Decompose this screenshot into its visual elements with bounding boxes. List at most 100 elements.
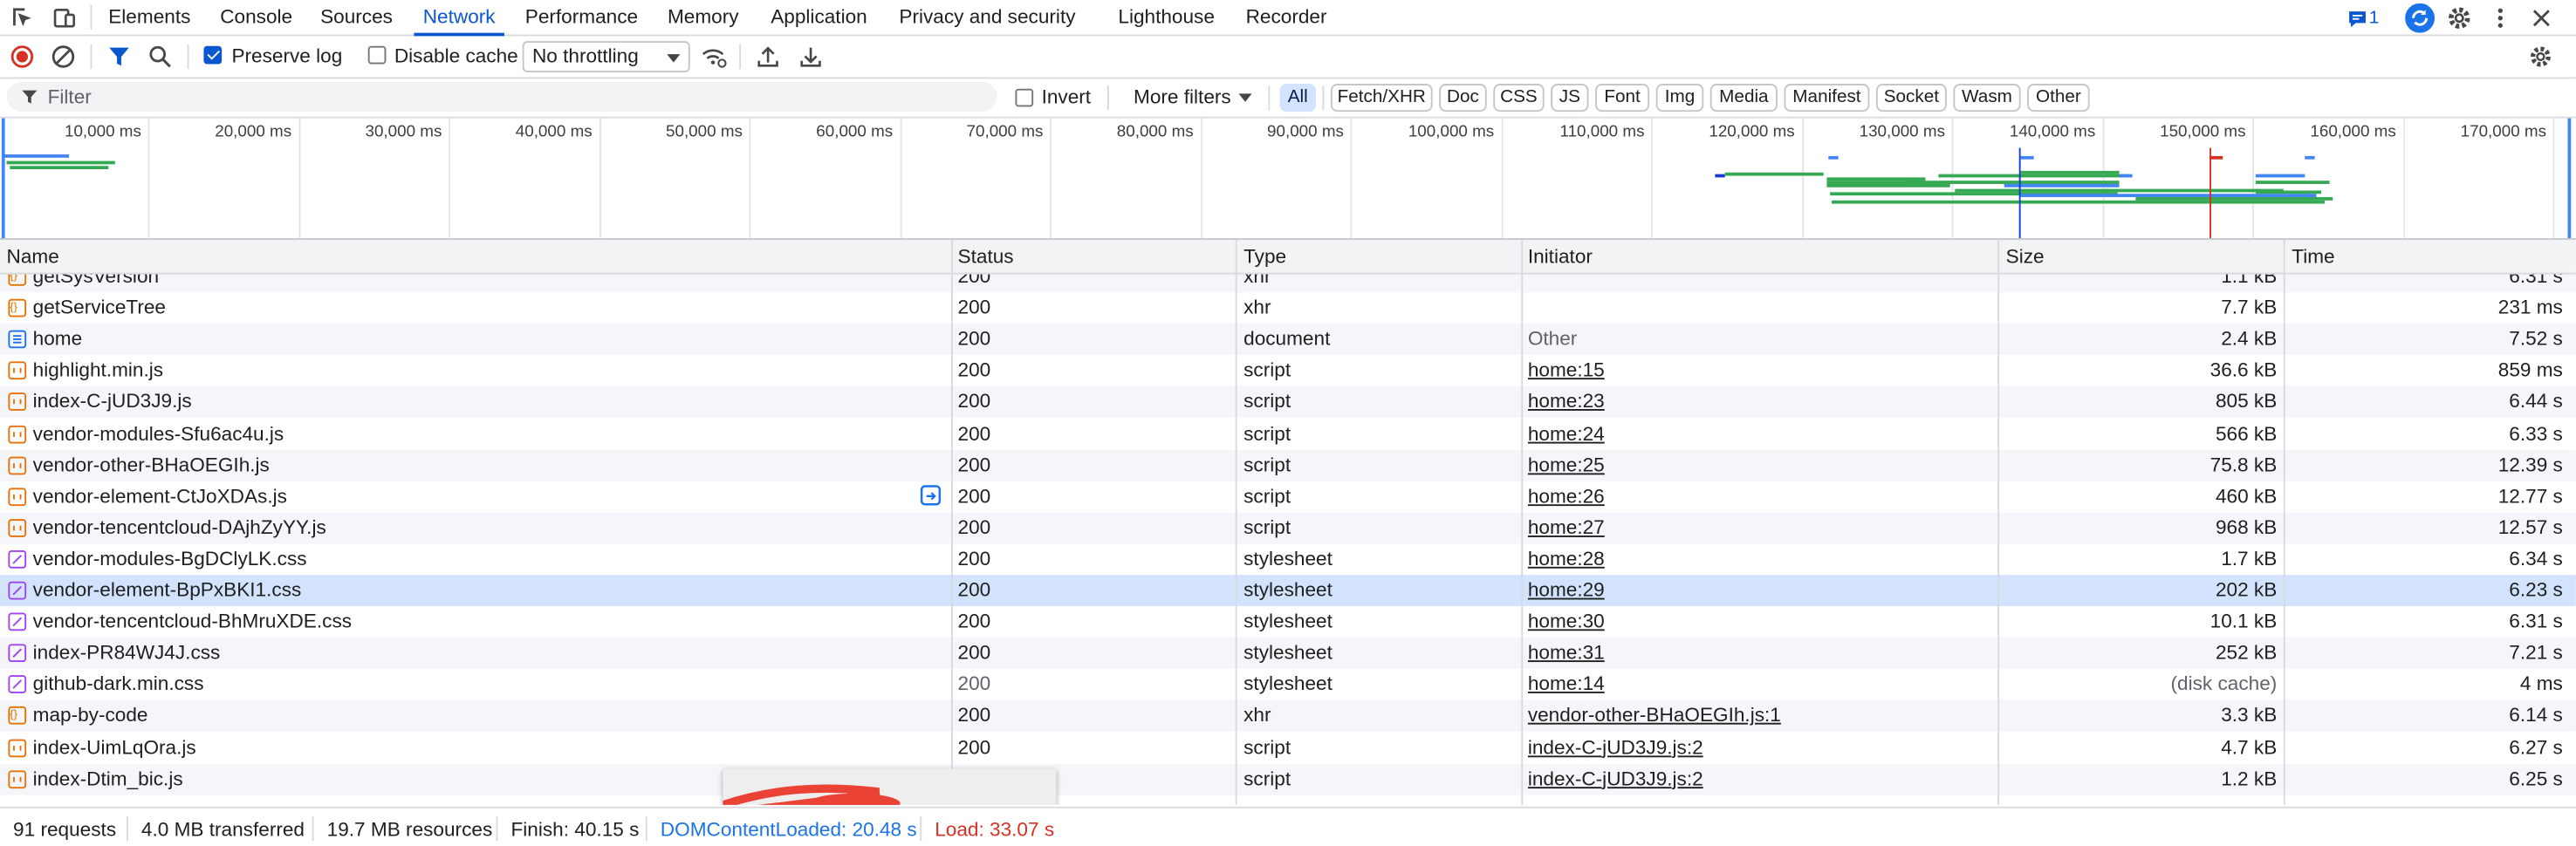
tab-recorder[interactable]: Recorder <box>1238 0 1333 35</box>
request-name: map-by-code <box>32 703 148 727</box>
table-row[interactable]: home 200 document Other 2.4 kB 7.52 s <box>0 324 2576 356</box>
column-divider[interactable] <box>1521 239 1524 805</box>
filter-type-media[interactable]: Media <box>1709 84 1778 113</box>
request-name: getServiceTree <box>32 296 167 319</box>
overview-gridline <box>1801 118 1804 239</box>
copy-request-icon[interactable] <box>920 484 942 505</box>
column-header-status[interactable]: Status <box>951 240 1236 273</box>
request-initiator[interactable]: home:31 <box>1528 638 1991 669</box>
column-header-type[interactable]: Type <box>1237 240 1522 273</box>
clear-icon[interactable] <box>51 44 75 69</box>
request-initiator[interactable]: home:25 <box>1528 449 1991 481</box>
disable-cache-label[interactable]: Disable cache <box>394 44 518 69</box>
overview-tick-label: 90,000 ms <box>1267 123 1344 141</box>
filter-type-manifest[interactable]: Manifest <box>1784 84 1870 113</box>
close-icon[interactable] <box>2528 5 2554 31</box>
more-filters-dropdown[interactable]: More filters <box>1134 85 1253 110</box>
search-icon[interactable] <box>147 44 172 69</box>
throttling-select[interactable]: No throttling <box>522 41 690 72</box>
column-divider[interactable] <box>1235 239 1237 805</box>
table-row[interactable]: vendor-other-BHaOEGIh.js 200 script home:25… <box>0 449 2576 481</box>
overview-request-bar <box>1828 155 1839 160</box>
filter-type-js[interactable]: JS <box>1551 84 1589 113</box>
table-row[interactable]: vendor-element-BpPxBKI1.css 200 stylesheet… <box>0 575 2576 607</box>
tab-sources[interactable]: Sources <box>315 0 397 35</box>
import-har-icon[interactable] <box>756 44 780 69</box>
tab-console[interactable]: Console <box>214 0 299 35</box>
invert-label[interactable]: Invert <box>1042 85 1092 110</box>
request-initiator[interactable]: home:30 <box>1528 606 1991 638</box>
request-initiator[interactable]: index-C-jUD3J9.js:2 <box>1528 732 1991 763</box>
preserve-log-label[interactable]: Preserve log <box>231 44 342 69</box>
request-initiator[interactable]: home:15 <box>1528 355 1991 386</box>
column-divider[interactable] <box>1997 239 2000 805</box>
filter-funnel-icon[interactable] <box>106 44 131 69</box>
more-options-icon[interactable] <box>2487 5 2513 31</box>
table-row[interactable]: index-Dtim_bic.js200scriptindex-C-jUD3J9… <box>0 763 2576 795</box>
column-header-name[interactable]: Name <box>0 240 953 273</box>
request-initiator[interactable]: index-C-jUD3J9.js:2 <box>1528 763 1991 795</box>
issues-count[interactable]: 1 <box>2369 5 2380 31</box>
filter-type-css[interactable]: CSS <box>1493 84 1545 113</box>
inspect-element-icon[interactable] <box>10 5 36 31</box>
column-divider[interactable] <box>2283 239 2285 805</box>
export-har-icon[interactable] <box>798 44 823 69</box>
table-row[interactable]: map-by-code 200 xhr vendor-other-BHaOEGIh.j… <box>0 700 2576 732</box>
overview-tick-label: 10,000 ms <box>64 123 141 141</box>
tab-performance[interactable]: Performance <box>521 0 642 35</box>
network-settings-gear-icon[interactable] <box>2528 44 2552 69</box>
network-conditions-icon[interactable] <box>700 44 728 69</box>
column-header-time[interactable]: Time <box>2285 240 2570 273</box>
filter-type-wasm[interactable]: Wasm <box>1953 84 2021 113</box>
settings-gear-icon[interactable] <box>2446 5 2472 31</box>
invert-checkbox[interactable] <box>1015 88 1034 107</box>
overview-window-handle-right[interactable] <box>2567 118 2572 239</box>
request-initiator[interactable]: home:14 <box>1528 669 1991 700</box>
filter-type-font[interactable]: Font <box>1595 84 1650 113</box>
filter-type-other[interactable]: Other <box>2027 84 2090 113</box>
filter-type-socket[interactable]: Socket <box>1875 84 1947 113</box>
tab-elements[interactable]: Elements <box>102 0 197 35</box>
table-row[interactable]: index-C-jUD3J9.js 200 script home:23 805 kB 6… <box>0 386 2576 419</box>
tab-memory[interactable]: Memory <box>659 0 748 35</box>
filter-input[interactable]: Filter <box>6 82 997 113</box>
overview-request-bar <box>2305 155 2315 160</box>
network-overview-timeline[interactable]: 10,000 ms 20,000 ms 30,000 ms 40,000 ms 50,0… <box>0 118 2576 283</box>
column-divider[interactable] <box>951 239 953 805</box>
overview-window-handle-left[interactable] <box>1 118 5 239</box>
disable-cache-checkbox[interactable] <box>367 45 387 65</box>
table-row[interactable]: vendor-modules-Sfu6ac4u.js 200 script home:… <box>0 418 2576 449</box>
device-toolbar-icon[interactable] <box>51 5 77 31</box>
tab-application[interactable]: Application <box>764 0 874 35</box>
table-row[interactable]: index-PR84WJ4J.css 200 stylesheet home:31 25… <box>0 638 2576 669</box>
stop-recording-icon[interactable] <box>10 44 34 69</box>
issues-icon[interactable] <box>2347 5 2367 31</box>
request-initiator[interactable]: vendor-other-BHaOEGIh.js:1 <box>1528 700 1991 732</box>
filter-type-all[interactable]: All <box>1279 84 1316 113</box>
table-row[interactable]: vendor-tencentcloud-DAjhZyYY.js 200 script… <box>0 512 2576 544</box>
preserve-log-checkbox[interactable] <box>203 45 223 65</box>
table-row[interactable]: highlight.min.js 200 script home:15 36.6 kB 8… <box>0 355 2576 386</box>
table-row[interactable]: vendor-modules-BgDClyLK.css 200 stylesheet… <box>0 543 2576 575</box>
request-name: highlight.min.js <box>32 358 164 382</box>
filter-type-doc[interactable]: Doc <box>1439 84 1487 113</box>
table-row[interactable]: index-UimLqOra.js 200 script index-C-jUD3J9… <box>0 732 2576 763</box>
filter-type-img[interactable]: Img <box>1655 84 1704 113</box>
request-initiator[interactable]: home:23 <box>1528 386 1991 418</box>
request-initiator[interactable]: home:26 <box>1528 481 1991 512</box>
tab-network[interactable]: Network <box>414 0 504 37</box>
request-initiator[interactable]: home:29 <box>1528 575 1991 606</box>
tab-lighthouse[interactable]: Lighthouse <box>1111 0 1223 35</box>
column-header-initiator[interactable]: Initiator <box>1521 240 1997 273</box>
table-row[interactable]: github-dark.min.css 200 stylesheet home:14 (… <box>0 669 2576 700</box>
request-initiator[interactable]: home:28 <box>1528 543 1991 575</box>
table-row[interactable]: vendor-element-CtJoXDAs.js 200 script home:… <box>0 481 2576 512</box>
request-initiator[interactable]: home:27 <box>1528 512 1991 543</box>
table-row[interactable]: getServiceTree 200 xhr 7.7 kB 231 ms <box>0 292 2576 324</box>
filter-type-fetch-xhr[interactable]: Fetch/XHR <box>1330 84 1433 113</box>
table-row[interactable]: vendor-tencentcloud-BhMruXDE.css 200 style… <box>0 606 2576 638</box>
column-header-size[interactable]: Size <box>1999 240 2284 273</box>
devtools-update-icon[interactable] <box>2405 3 2436 33</box>
request-initiator[interactable]: home:24 <box>1528 418 1991 449</box>
tab-privacy-and-security[interactable]: Privacy and security <box>890 0 1084 35</box>
